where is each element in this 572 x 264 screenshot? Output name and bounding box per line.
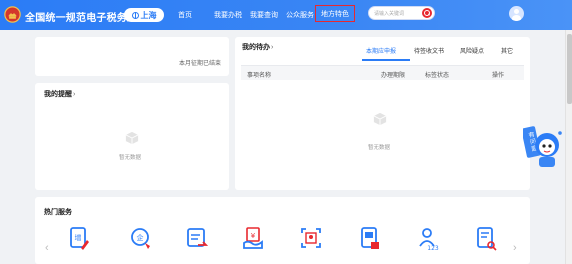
tab-other[interactable]: 其它: [501, 46, 513, 55]
region-label: 上海: [140, 10, 157, 20]
region-selector[interactable]: 上海: [124, 8, 164, 22]
invoice-scan-icon[interactable]: [359, 226, 381, 252]
reminder-card: 我的提醒› 暂无数据: [35, 83, 229, 190]
todo-table-header: 事项名称 办理期限 标签状态 操作: [241, 65, 524, 80]
id-scan-icon[interactable]: [300, 226, 322, 252]
scroll-right-icon[interactable]: ›: [513, 242, 517, 254]
reminder-empty-text: 暂无数据: [119, 155, 142, 161]
col-tag-status: 标签状态: [425, 73, 450, 79]
svg-text:¥: ¥: [251, 232, 256, 240]
site-title[interactable]: 全国统一规范电子税务局: [25, 9, 137, 24]
tab-risk-alerts[interactable]: 风险疑点: [460, 46, 484, 55]
user-avatar-icon[interactable]: [509, 6, 524, 21]
top-header: 全国统一规范电子税务局 上海 首页 我要办税 我要查询 公众服务 地方特色: [0, 0, 572, 30]
svg-text:企: 企: [137, 233, 144, 242]
tab-documents-to-sign[interactable]: 待签收文书: [414, 46, 444, 55]
nav-local-features[interactable]: 地方特色: [315, 5, 355, 22]
svg-text:增: 增: [75, 233, 82, 242]
nav-query[interactable]: 我要查询: [250, 10, 278, 20]
todo-title-text: 我的待办: [242, 44, 270, 51]
search-icon[interactable]: [422, 8, 432, 18]
hot-services-title: 热门服务: [44, 209, 72, 216]
tax-emblem-icon: [4, 6, 21, 23]
user-number-icon[interactable]: 123: [418, 226, 440, 252]
page-scrollbar[interactable]: [565, 30, 572, 264]
hot-services-card: 热门服务 ‹ › 增 企 ¥ 123: [35, 197, 530, 264]
nav-public-service[interactable]: 公众服务: [286, 10, 314, 20]
col-actions: 操作: [492, 73, 505, 79]
empty-box-icon: [125, 131, 139, 145]
col-deadline: 办理期限: [381, 73, 406, 79]
tax-period-card: 本月征期已结束: [35, 37, 229, 76]
col-item-name: 事项名称: [247, 73, 272, 79]
tab-current-filing[interactable]: 本期应申报: [366, 46, 396, 55]
month-period-status: 本月征期已结束: [178, 61, 221, 67]
nav-home[interactable]: 首页: [178, 10, 192, 20]
tax-filing-icon[interactable]: 增: [68, 226, 90, 252]
document-search-icon[interactable]: [475, 226, 497, 252]
scroll-left-icon[interactable]: ‹: [45, 242, 49, 254]
empty-box-icon: [373, 112, 387, 126]
scrollbar-thumb[interactable]: [567, 34, 572, 104]
nav-tax-handling[interactable]: 我要办税: [214, 10, 242, 20]
globe-icon: [131, 11, 139, 19]
assistant-robot-icon[interactable]: 有 问 题: [523, 125, 563, 169]
enterprise-icon[interactable]: 企: [130, 226, 152, 252]
todo-empty-text: 暂无数据: [368, 145, 391, 151]
reminder-title[interactable]: 我的提醒›: [44, 89, 75, 99]
chevron-right-icon: ›: [271, 44, 274, 51]
search-input[interactable]: [374, 9, 420, 18]
active-tab-indicator: [362, 59, 410, 61]
chevron-right-icon: ›: [73, 91, 76, 98]
todo-title[interactable]: 我的待办›: [242, 42, 273, 52]
tax-payment-icon[interactable]: ¥: [242, 226, 264, 252]
invoice-transfer-icon[interactable]: [186, 226, 208, 252]
search-box: [368, 6, 435, 20]
svg-text:123: 123: [427, 245, 439, 252]
reminder-title-text: 我的提醒: [44, 91, 72, 98]
